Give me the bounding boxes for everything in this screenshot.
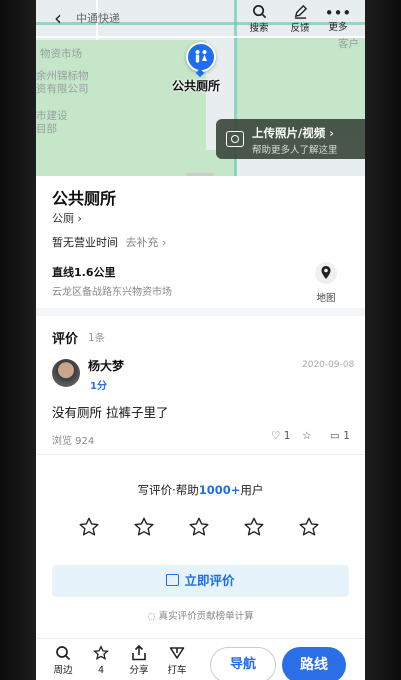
reviews-heading: 评价: [52, 332, 79, 347]
add-hours-link[interactable]: 去补充 ›: [126, 236, 167, 249]
bottom-action-bar: 周边 4 分享 打车 导航 路线: [36, 638, 365, 680]
star-5-icon[interactable]: [298, 516, 320, 538]
camera-icon: [166, 574, 180, 586]
like-button[interactable]: ♡ 1: [271, 430, 290, 442]
write-suffix: 用户: [240, 483, 264, 497]
map-view[interactable]: 物资市场 余州锦标物 资有限公司 市建设 目部 客户 ‹ 中通快递 搜索 反馈 …: [36, 0, 365, 180]
nearby-label: 周边: [53, 665, 73, 676]
review-note-text: 真实评价贡献榜单计算: [158, 611, 254, 622]
toilet-pin-icon[interactable]: [186, 42, 216, 72]
star-1-icon[interactable]: [78, 516, 100, 538]
comment-icon: ▭: [330, 430, 340, 442]
star-3-icon[interactable]: [188, 516, 210, 538]
write-review-prompt: 写评价·帮助1000+用户: [36, 482, 365, 498]
taxi-icon: [162, 645, 192, 665]
search-label: 搜索: [249, 23, 269, 34]
more-label: 更多: [328, 22, 348, 33]
avatar[interactable]: [52, 359, 80, 387]
map-label-text: 地图: [316, 293, 336, 304]
review-views: 浏览 924: [52, 436, 95, 447]
search-button[interactable]: 搜索: [244, 4, 274, 35]
app-screen: 物资市场 余州锦标物 资有限公司 市建设 目部 客户 ‹ 中通快递 搜索 反馈 …: [36, 0, 365, 680]
feedback-button[interactable]: 反馈: [285, 4, 315, 35]
right-blur-edge: [365, 0, 401, 680]
comment-count: 1: [343, 430, 350, 442]
reviews-count: 1条: [88, 332, 106, 344]
share-button[interactable]: 分享: [124, 644, 154, 677]
camera-icon: [226, 131, 244, 147]
review-date: 2020-09-08: [302, 360, 355, 370]
search-icon: [48, 645, 78, 665]
more-button[interactable]: ••• 更多: [323, 4, 353, 34]
favorite-review-button[interactable]: ☆: [302, 430, 311, 442]
distance: 直线1.6公里: [52, 266, 116, 279]
section-divider: [36, 308, 365, 316]
map-label: 余州锦标物: [36, 70, 89, 82]
pin-label: 公共厕所: [172, 79, 221, 93]
reviewer-name[interactable]: 杨大梦: [88, 357, 124, 374]
like-count: 1: [283, 430, 291, 442]
shield-check-icon: ◌: [147, 611, 156, 622]
back-arrow-icon[interactable]: ‹: [54, 6, 62, 30]
rate-now-button[interactable]: 立即评价: [52, 565, 349, 597]
location-icon: [315, 262, 337, 284]
map-label: 物资市场: [40, 48, 82, 60]
star-4-icon[interactable]: [243, 516, 265, 538]
left-blur-edge: [0, 0, 36, 680]
map-label: 市建设: [36, 110, 68, 122]
search-icon: [244, 4, 274, 23]
map-label: 客户: [338, 38, 359, 50]
review-note: ◌ 真实评价贡献榜单计算: [36, 608, 365, 622]
write-highlight: 1000+: [198, 483, 241, 497]
hours-text: 暂无营业时间: [52, 236, 118, 249]
rate-now-label: 立即评价: [184, 573, 235, 588]
place-detail-sheet: 公共厕所 公厕 › 暂无营业时间 去补充 › 直线1.6公里 云龙区备战路东兴物…: [36, 173, 365, 680]
star-2-icon[interactable]: [133, 516, 155, 538]
comment-button[interactable]: ▭ 1: [330, 430, 350, 442]
pencil-icon: [285, 4, 315, 23]
more-dots-icon: •••: [324, 4, 352, 22]
top-bar: ‹ 中通快递 搜索 反馈 ••• 更多: [36, 0, 365, 34]
opening-hours: 暂无营业时间 去补充 ›: [52, 234, 166, 250]
share-icon: [124, 644, 154, 665]
heart-icon: ♡: [271, 430, 281, 442]
upload-photo-button[interactable]: 上传照片/视频 › 帮助更多人了解这里: [216, 119, 365, 159]
nearby-button[interactable]: 周边: [48, 645, 78, 677]
map-label: 资有限公司: [36, 83, 89, 95]
place-category-link[interactable]: 公厕 ›: [52, 210, 82, 226]
taxi-button[interactable]: 打车: [162, 645, 192, 677]
star-outline-icon: ☆: [302, 430, 312, 442]
navigate-button[interactable]: 导航: [210, 647, 276, 680]
divider: [36, 454, 365, 455]
favorite-button[interactable]: 4: [86, 645, 116, 677]
map-label: 目部: [36, 123, 57, 135]
place-name: 公共厕所: [52, 189, 117, 208]
address: 云龙区备战路东兴物资市场: [52, 287, 172, 298]
upload-title: 上传照片/视频 ›: [252, 126, 334, 140]
review-text: 没有厕所 拉裤子里了: [52, 405, 169, 420]
route-button[interactable]: 路线: [282, 647, 346, 680]
upload-subtitle: 帮助更多人了解这里: [252, 145, 338, 156]
review-score: 1分: [90, 381, 107, 392]
star-icon: [86, 645, 116, 665]
favorite-count: 4: [97, 665, 105, 676]
write-prefix: 写评价·帮助: [137, 483, 199, 497]
open-map-button[interactable]: 地图: [314, 262, 338, 304]
topbar-title: 中通快递: [76, 12, 120, 25]
taxi-label: 打车: [167, 665, 187, 676]
share-label: 分享: [129, 665, 149, 676]
sheet-drag-handle[interactable]: [186, 173, 214, 176]
feedback-label: 反馈: [290, 23, 310, 34]
